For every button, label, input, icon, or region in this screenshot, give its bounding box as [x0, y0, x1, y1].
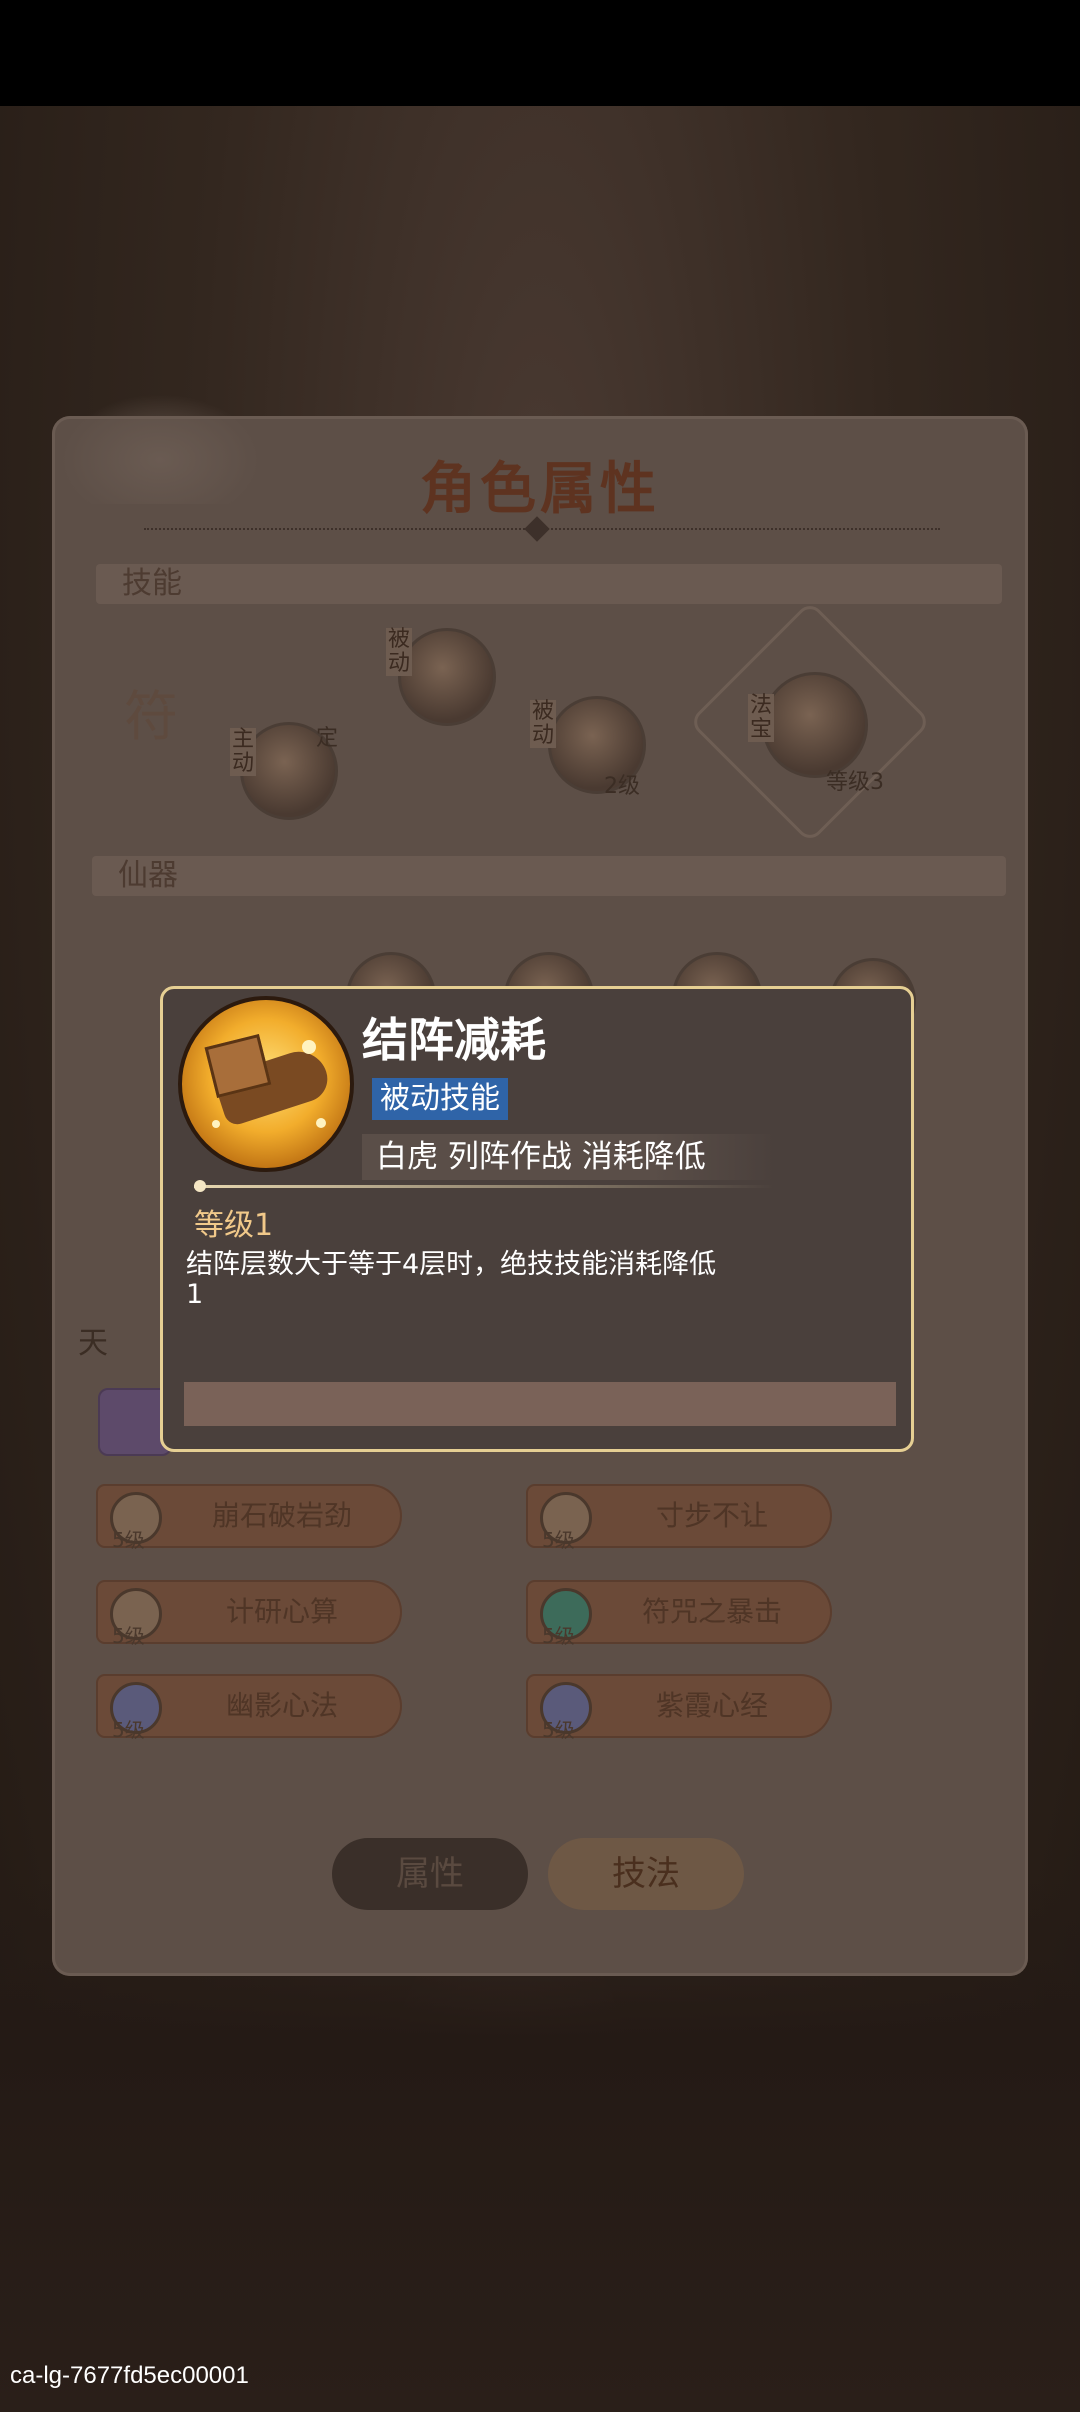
talent-item-6[interactable]: 5级 紫霞心经	[526, 1674, 832, 1742]
section-header-skills: 技能	[96, 564, 1002, 604]
status-bar	[0, 0, 1080, 106]
tab-attributes[interactable]: 属性	[332, 1838, 528, 1910]
section-header-artifacts: 仙器	[92, 856, 1006, 896]
talent-level: 5级	[112, 1624, 145, 1648]
skill-tag-passive-2: 被动	[530, 699, 556, 748]
talent-item-3[interactable]: 5级 计研心算	[96, 1580, 402, 1648]
talent-name: 幽影心法	[225, 1689, 338, 1722]
tooltip-effect-text: 结阵层数大于等于4层时，绝技技能消耗降低1	[186, 1249, 717, 1310]
skill-icon-passive-1[interactable]	[398, 628, 496, 726]
talent-item-1[interactable]: 5级 崩石破岩劲	[96, 1484, 402, 1552]
tooltip-title: 结阵减耗	[362, 1013, 546, 1067]
tooltip-description: 白虎 列阵作战 消耗降低	[362, 1134, 776, 1180]
talent-item-2[interactable]: 5级 寸步不让	[526, 1484, 832, 1552]
section-skills-label: 技能	[122, 566, 182, 601]
skill-tag-fabao: 法宝	[748, 693, 774, 742]
fu-glyph: 符	[124, 685, 178, 748]
skill-hand-icon	[178, 996, 354, 1172]
fabao-icon[interactable]	[762, 672, 868, 778]
talent-name: 紫霞心经	[655, 1689, 768, 1722]
talent-level: 5级	[112, 1718, 145, 1742]
separator-dot-icon	[194, 1180, 206, 1192]
talent-name: 计研心算	[225, 1595, 338, 1628]
skill-tag-active: 主动	[230, 727, 256, 776]
skill-ding-text: 定	[316, 726, 339, 751]
talent-name: 崩石破岩劲	[211, 1499, 352, 1532]
spark-icon	[212, 1120, 220, 1128]
section-talent-label: 天	[78, 1326, 108, 1361]
talent-item-5[interactable]: 5级 幽影心法	[96, 1674, 402, 1742]
fabao-level-label: 等级3	[826, 770, 884, 795]
tooltip-type-badge: 被动技能	[372, 1078, 508, 1120]
talent-level: 5级	[542, 1718, 575, 1742]
talent-name: 寸步不让	[655, 1499, 768, 1532]
spark-icon	[302, 1040, 316, 1054]
screenshot-id: ca-lg-7677fd5ec00001	[10, 2362, 249, 2389]
talent-level: 5级	[542, 1528, 575, 1552]
talent-item-4[interactable]: 5级 符咒之暴击	[526, 1580, 832, 1648]
talent-level: 5级	[542, 1624, 575, 1648]
panel-title: 角色属性	[420, 456, 660, 522]
tooltip-separator	[194, 1185, 774, 1188]
skill-tag-passive-1: 被动	[386, 627, 412, 676]
skill-level-label: 2级	[604, 774, 640, 799]
tab-skills[interactable]: 技法	[548, 1838, 744, 1910]
tooltip-footer-bar	[184, 1382, 896, 1426]
talent-name: 符咒之暴击	[641, 1595, 782, 1628]
section-artifacts-label: 仙器	[118, 858, 178, 893]
spark-icon	[316, 1118, 326, 1128]
talent-level: 5级	[112, 1528, 145, 1552]
tooltip-level: 等级1	[194, 1208, 274, 1243]
